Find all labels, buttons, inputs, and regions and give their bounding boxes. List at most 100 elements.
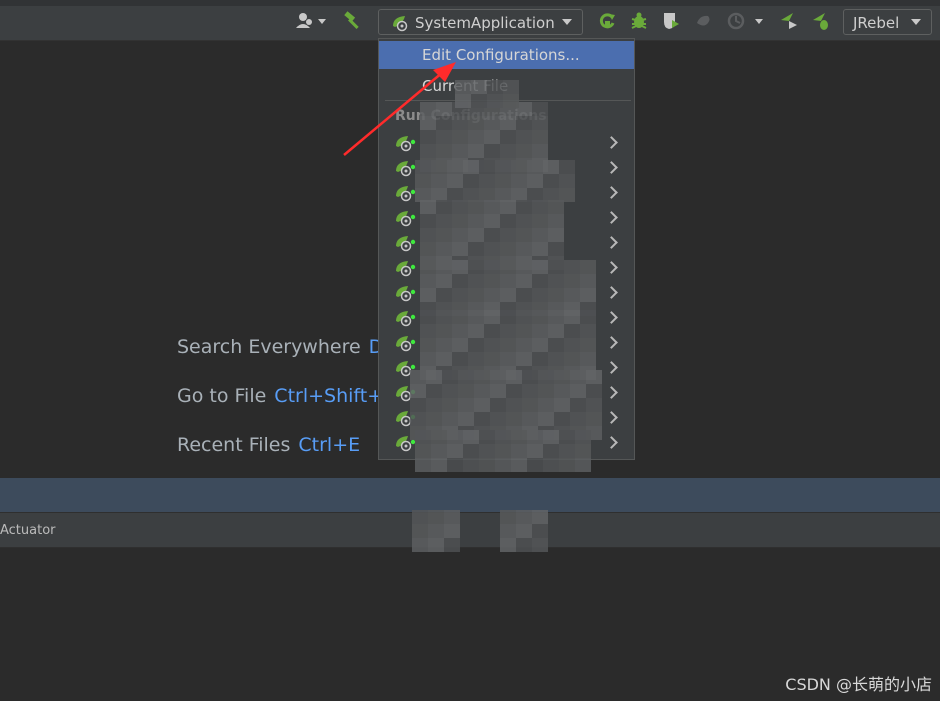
mosaic-cell: [516, 214, 532, 228]
chevron-right-icon: [605, 211, 618, 224]
profiler-icon[interactable]: [694, 11, 714, 31]
mosaic-cell: [490, 398, 506, 412]
mosaic-cell: [527, 458, 543, 472]
mosaic-cell: [532, 274, 548, 288]
mosaic-cell: [548, 228, 564, 242]
mosaic-cell: [458, 370, 474, 384]
mosaic-cell: [554, 412, 570, 426]
mosaic-cell: [452, 200, 468, 214]
mosaic-cell: [500, 510, 516, 524]
mosaic-cell: [484, 200, 500, 214]
mosaic-cell: [484, 310, 500, 324]
spring-boot-icon: [395, 284, 417, 306]
mosaic-cell: [436, 352, 452, 366]
mosaic-cell: [468, 352, 484, 366]
hint-go-to-file: Go to File Ctrl+Shift+N: [177, 385, 397, 407]
mosaic-cell: [532, 352, 548, 366]
mosaic-cell: [420, 242, 436, 256]
mosaic-cell: [506, 384, 522, 398]
mosaic-cell: [447, 444, 463, 458]
mosaic-cell: [516, 352, 532, 366]
mosaic-cell: [468, 116, 484, 130]
mosaic-cell: [468, 324, 484, 338]
mosaic-cell: [500, 310, 516, 324]
mosaic-cell: [522, 398, 538, 412]
mosaic-cell: [500, 130, 516, 144]
jrebel-run-icon[interactable]: [779, 11, 799, 31]
mosaic-cell: [452, 310, 468, 324]
actuator-tab[interactable]: Actuator: [0, 523, 56, 538]
mosaic-cell: [575, 444, 591, 458]
mosaic-cell: [532, 144, 548, 158]
mosaic-cell: [586, 398, 602, 412]
mosaic-cell: [522, 370, 538, 384]
mosaic-cell: [543, 160, 559, 174]
mosaic-cell: [444, 524, 460, 538]
mosaic-cell: [468, 242, 484, 256]
mosaic-cell: [468, 214, 484, 228]
mosaic-cell: [415, 160, 431, 174]
mosaic-cell: [500, 352, 516, 366]
mosaic-cell: [548, 352, 564, 366]
mosaic-cell: [420, 274, 436, 288]
coverage-icon[interactable]: [661, 11, 681, 31]
mosaic-cell: [426, 412, 442, 426]
menu-item-label: Edit Configurations...: [422, 46, 580, 64]
mosaic-cell: [554, 384, 570, 398]
mosaic-cell: [431, 160, 447, 174]
mosaic-cell: [484, 352, 500, 366]
user-icon[interactable]: [294, 11, 328, 31]
mosaic-cell: [431, 174, 447, 188]
mosaic-cell: [511, 430, 527, 444]
mosaic-cell: [420, 130, 436, 144]
mosaic-cell: [487, 94, 503, 108]
mosaic-cell: [415, 174, 431, 188]
chevron-down-icon: [562, 19, 572, 25]
spring-boot-icon: [395, 209, 417, 231]
mosaic-cell: [479, 160, 495, 174]
mosaic-cell: [474, 412, 490, 426]
mosaic-cell: [516, 524, 532, 538]
mosaic-cell: [436, 288, 452, 302]
mosaic-cell: [420, 200, 436, 214]
mosaic-cell: [564, 352, 580, 366]
mosaic-cell: [484, 228, 500, 242]
jrebel-debug-icon[interactable]: [811, 11, 831, 31]
mosaic-cell: [479, 430, 495, 444]
mosaic-cell: [436, 310, 452, 324]
mosaic-cell: [500, 274, 516, 288]
mosaic-cell: [463, 458, 479, 472]
mosaic-cell: [452, 116, 468, 130]
mosaic-cell: [452, 214, 468, 228]
run-with-icon[interactable]: [726, 11, 766, 31]
mosaic-cell: [490, 384, 506, 398]
mosaic-cell: [516, 144, 532, 158]
mosaic-cell: [580, 338, 596, 352]
mosaic-cell: [500, 338, 516, 352]
mosaic-cell: [516, 338, 532, 352]
mosaic-cell: [522, 412, 538, 426]
rerun-icon[interactable]: [597, 11, 617, 31]
mosaic-cell: [452, 242, 468, 256]
mosaic-cell: [548, 274, 564, 288]
mosaic-cell: [471, 94, 487, 108]
selected-tool-band: [0, 478, 940, 512]
debug-bug-icon[interactable]: [629, 11, 649, 31]
mosaic-cell: [484, 144, 500, 158]
tool-window-header: Actuator: [0, 512, 940, 548]
mosaic-cell: [559, 458, 575, 472]
mosaic-cell: [500, 324, 516, 338]
run-configuration-selector[interactable]: SystemApplication: [378, 9, 583, 35]
menu-item-edit-configurations[interactable]: Edit Configurations...: [379, 41, 634, 69]
mosaic-cell: [479, 444, 495, 458]
mosaic-cell: [548, 214, 564, 228]
mosaic-cell: [447, 174, 463, 188]
mosaic-cell: [431, 444, 447, 458]
mosaic-cell: [436, 338, 452, 352]
build-hammer-icon[interactable]: [343, 11, 363, 31]
mosaic-cell: [548, 288, 564, 302]
jrebel-selector[interactable]: JRebel: [843, 9, 932, 35]
mosaic-cell: [468, 130, 484, 144]
mosaic-cell: [436, 116, 452, 130]
mosaic-cell: [586, 384, 602, 398]
